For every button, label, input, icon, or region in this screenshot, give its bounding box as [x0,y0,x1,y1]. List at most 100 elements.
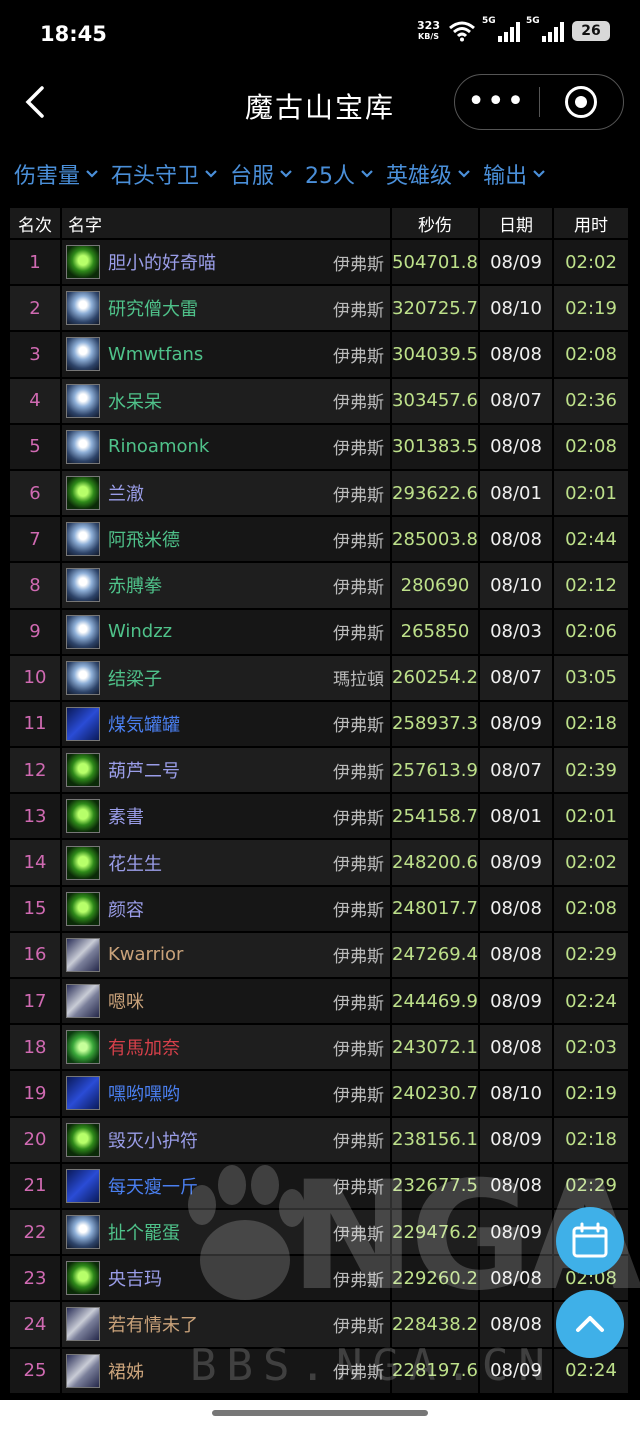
time-value: 02:02 [565,251,617,273]
chevron-up-icon [576,1316,604,1332]
table-row[interactable]: 8 赤膊拳 伊弗斯 280690 08/10 02:12 [10,561,630,608]
table-row[interactable]: 25 裙姊 伊弗斯 228197.6 08/09 02:24 [10,1346,630,1393]
close-button[interactable] [540,86,624,118]
server-name: 伊弗斯 [333,439,384,460]
server-name: 伊弗斯 [333,901,384,922]
table-row[interactable]: 14 花生生 伊弗斯 248200.6 08/09 02:02 [10,838,630,885]
time-value: 02:24 [565,1360,617,1382]
player-name[interactable]: 兰澈 [108,480,333,506]
table-row[interactable]: 13 素書 伊弗斯 254158.7 08/01 02:01 [10,792,630,839]
player-name[interactable]: 葫芦二号 [108,757,333,783]
name-cell: 素書 伊弗斯 [62,794,392,839]
header-date[interactable]: 日期 [480,208,554,238]
player-name[interactable]: 胆小的好奇喵 [108,249,333,275]
table-row[interactable]: 6 兰澈 伊弗斯 293622.6 08/01 02:01 [10,468,630,516]
table-row[interactable]: 4 水呆呆 伊弗斯 303457.6 08/07 02:36 [10,376,630,423]
rank-cell: 12 [10,748,62,793]
player-name[interactable]: 裙姊 [108,1358,333,1384]
table-row[interactable]: 1 胆小的好奇喵 伊弗斯 504701.8 08/09 02:02 [10,238,630,285]
class-icon [66,383,100,418]
player-name[interactable]: 花生生 [108,850,333,876]
rank-cell: 20 [10,1117,62,1162]
table-row[interactable]: 17 嗯咪 伊弗斯 244469.9 08/09 02:24 [10,977,630,1024]
table-row[interactable]: 21 每天瘦一斤 伊弗斯 232677.5 08/08 02:29 [10,1161,630,1208]
player-name[interactable]: 颜容 [108,896,333,922]
header-name[interactable]: 名字 [62,208,392,238]
player-name[interactable]: 嗯咪 [108,988,333,1014]
player-name[interactable]: Wmwtfans [108,344,333,365]
player-name[interactable]: 研究僧大雷 [108,295,333,321]
filter-dropdown[interactable]: 台服 [230,158,293,190]
table-row[interactable]: 2 研究僧大雷 伊弗斯 320725.7 08/10 02:19 [10,284,630,331]
player-name[interactable]: 每天瘦一斤 [108,1173,333,1199]
date-value: 08/08 [490,1313,542,1335]
time-value: 02:36 [565,390,617,412]
rank-cell: 21 [10,1163,62,1208]
player-name[interactable]: 扯个罷蛋 [108,1219,333,1245]
player-name[interactable]: 结梁子 [108,665,333,691]
home-indicator[interactable] [0,1400,640,1429]
player-name[interactable]: 嘿哟嘿哟 [108,1080,333,1106]
table-row[interactable]: 15 颜容 伊弗斯 248017.7 08/08 02:08 [10,884,630,931]
filter-dropdown[interactable]: 石头守卫 [111,158,218,190]
header-dps[interactable]: 秒伤 [392,208,480,238]
player-name[interactable]: Rinoamonk [108,436,333,457]
table-row[interactable]: 9 Windzz 伊弗斯 265850 08/03 02:06 [10,607,630,654]
class-icon [66,614,100,649]
time-value: 02:18 [565,1129,617,1151]
table-row[interactable]: 19 嘿哟嘿哟 伊弗斯 240230.7 08/10 02:19 [10,1069,630,1116]
player-name[interactable]: 央吉玛 [108,1265,333,1291]
filter-dropdown[interactable]: 英雄级 [386,158,471,190]
server-name: 伊弗斯 [333,485,384,506]
filter-dropdown[interactable]: 伤害量 [14,158,99,190]
server-name: 伊弗斯 [333,716,384,737]
table-row[interactable]: 20 毁灭小护符 伊弗斯 238156.1 08/09 02:18 [10,1115,630,1162]
table-row[interactable]: 5 Rinoamonk 伊弗斯 301383.5 08/08 02:08 [10,422,630,469]
scroll-top-button[interactable] [556,1290,624,1358]
table-row[interactable]: 18 有馬加奈 伊弗斯 243072.1 08/08 02:03 [10,1023,630,1070]
dps-cell: 232677.5 [392,1163,480,1208]
filter-dropdown[interactable]: 25人 [305,158,374,190]
player-name[interactable]: 阿飛米德 [108,526,333,552]
date-value: 08/07 [490,390,542,412]
player-name[interactable]: 有馬加奈 [108,1034,333,1060]
header-time[interactable]: 用时 [554,208,630,238]
dps-cell: 229260.2 [392,1256,480,1301]
player-name[interactable]: 毁灭小护符 [108,1127,333,1153]
table-row[interactable]: 12 葫芦二号 伊弗斯 257613.9 08/07 02:39 [10,746,630,793]
date-cell: 08/01 [480,794,554,839]
player-name[interactable]: Windzz [108,621,333,642]
player-name[interactable]: Kwarrior [108,944,333,965]
table-row[interactable]: 16 Kwarrior 伊弗斯 247269.4 08/08 02:29 [10,930,630,977]
clock: 18:45 [40,22,107,46]
header-rank[interactable]: 名次 [10,208,62,238]
dps-value: 303457.6 [392,390,478,412]
table-row[interactable]: 3 Wmwtfans 伊弗斯 304039.5 08/08 02:08 [10,330,630,377]
class-icon [66,1353,100,1388]
player-name[interactable]: 赤膊拳 [108,572,333,598]
rank-cell: 1 [10,240,62,285]
table-row[interactable]: 7 阿飛米德 伊弗斯 285003.8 08/08 02:44 [10,515,630,562]
table-row[interactable]: 11 煤気罐罐 伊弗斯 258937.3 08/09 02:18 [10,699,630,747]
player-name[interactable]: 水呆呆 [108,388,333,414]
player-name[interactable]: 煤気罐罐 [108,711,333,737]
dps-value: 258937.3 [392,713,478,735]
rank-value: 11 [23,713,47,735]
table-row[interactable]: 24 若有情未了 伊弗斯 228438.2 08/08 [10,1300,630,1347]
calendar-button[interactable] [556,1207,624,1275]
filter-dropdown[interactable]: 输出 [483,158,546,190]
table-row[interactable]: 10 结梁子 瑪拉頓 260254.2 08/07 03:05 [10,653,630,700]
name-cell: 颜容 伊弗斯 [62,886,392,931]
table-row[interactable]: 23 央吉玛 伊弗斯 229260.2 08/08 02:08 [10,1254,630,1301]
table-row[interactable]: 22 扯个罷蛋 伊弗斯 229476.2 08/09 [10,1207,630,1255]
date-value: 08/01 [490,805,542,827]
chevron-down-icon [86,170,98,178]
more-button[interactable]: ••• [455,87,539,117]
rank-cell: 4 [10,378,62,423]
player-name[interactable]: 素書 [108,803,333,829]
rank-value: 17 [23,990,47,1012]
dps-cell: 248017.7 [392,886,480,931]
player-name[interactable]: 若有情未了 [108,1311,333,1337]
class-icon [66,1122,100,1157]
rank-value: 5 [29,436,41,458]
